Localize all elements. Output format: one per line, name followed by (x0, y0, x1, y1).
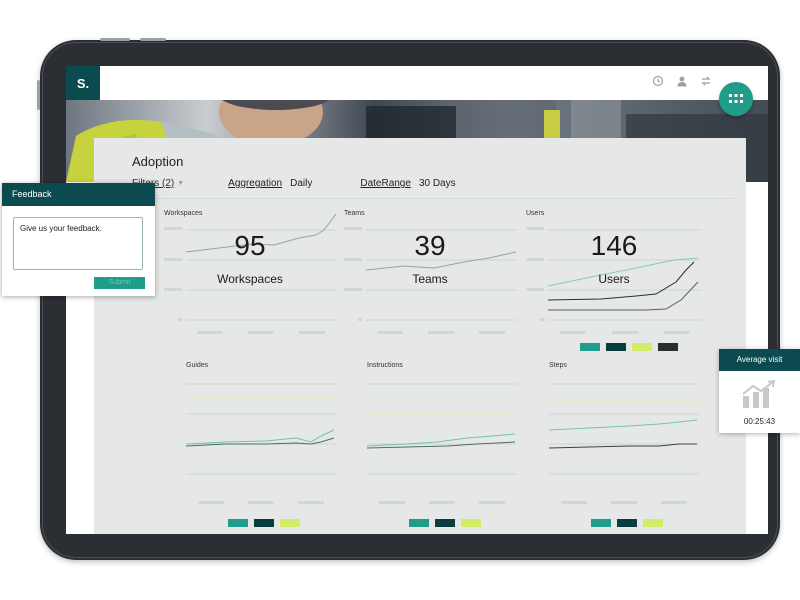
legend-swatch (606, 343, 626, 351)
legend-swatch (591, 519, 611, 527)
legend-swatch (409, 519, 429, 527)
instructions-chart (367, 383, 517, 504)
trending-up-icon (742, 380, 776, 408)
teams-panel: Teams 39 Teams (344, 210, 516, 340)
aggregation-value[interactable]: Daily (290, 178, 312, 189)
legend-swatch (658, 343, 678, 351)
tablet-power-button (140, 38, 166, 41)
app-screen: S. Adoption Filte (66, 66, 768, 534)
guides-legend (228, 519, 300, 527)
tablet-volume-button (100, 38, 130, 41)
workspaces-count: 95 (234, 230, 266, 261)
legend-swatch (643, 519, 663, 527)
legend-swatch (228, 519, 248, 527)
clock-icon[interactable] (652, 75, 664, 87)
guides-panel: Guides (186, 362, 346, 532)
users-panel: Users 146 Users (526, 210, 702, 370)
instructions-panel: Instructions (367, 362, 527, 532)
users-count: 146 (590, 230, 638, 261)
steps-legend (591, 519, 663, 527)
daterange-value[interactable]: 30 Days (419, 178, 456, 189)
average-visit-title: Average visit (719, 349, 800, 371)
users-label: Users (598, 272, 630, 286)
legend-swatch (617, 519, 637, 527)
dashboard-card: Adoption Filters (2) ▼ Aggregation Daily… (94, 138, 746, 534)
tablet-side-button (37, 80, 40, 110)
legend-swatch (435, 519, 455, 527)
feedback-textarea[interactable]: Give us your feedback. (13, 217, 143, 270)
workspaces-panel: Workspaces 95 Workspaces (164, 210, 336, 340)
legend-swatch (580, 343, 600, 351)
aggregation-label[interactable]: Aggregation (228, 178, 282, 189)
filter-bar: Filters (2) ▼ Aggregation Daily DateRang… (132, 178, 456, 189)
legend-swatch (280, 519, 300, 527)
legend-swatch (632, 343, 652, 351)
average-visit-card: Average visit 00:25:43 (719, 349, 800, 433)
apps-menu-button[interactable] (719, 82, 753, 116)
feedback-title: Feedback (2, 183, 155, 206)
steps-panel: Steps (549, 362, 709, 532)
legend-swatch (254, 519, 274, 527)
daterange-label[interactable]: DateRange (360, 178, 411, 189)
instructions-legend (409, 519, 481, 527)
teams-count: 39 (414, 230, 446, 261)
user-icon[interactable] (676, 75, 688, 87)
page-title: Adoption (132, 154, 184, 169)
chevron-down-icon: ▼ (177, 180, 185, 187)
switch-icon[interactable] (700, 75, 712, 87)
workspaces-label: Workspaces (217, 272, 283, 286)
app-logo[interactable]: S. (66, 66, 100, 100)
feedback-submit-button[interactable]: Submit (94, 277, 145, 289)
feedback-widget: Feedback Give us your feedback. Submit (2, 183, 155, 296)
legend-swatch (461, 519, 481, 527)
steps-chart (549, 383, 699, 504)
average-visit-value: 00:25:43 (743, 417, 776, 426)
header-icons (652, 75, 712, 87)
divider (132, 198, 734, 199)
teams-label: Teams (412, 272, 448, 286)
grid-icon (729, 94, 743, 103)
guides-chart (186, 383, 336, 504)
users-legend (580, 343, 678, 351)
